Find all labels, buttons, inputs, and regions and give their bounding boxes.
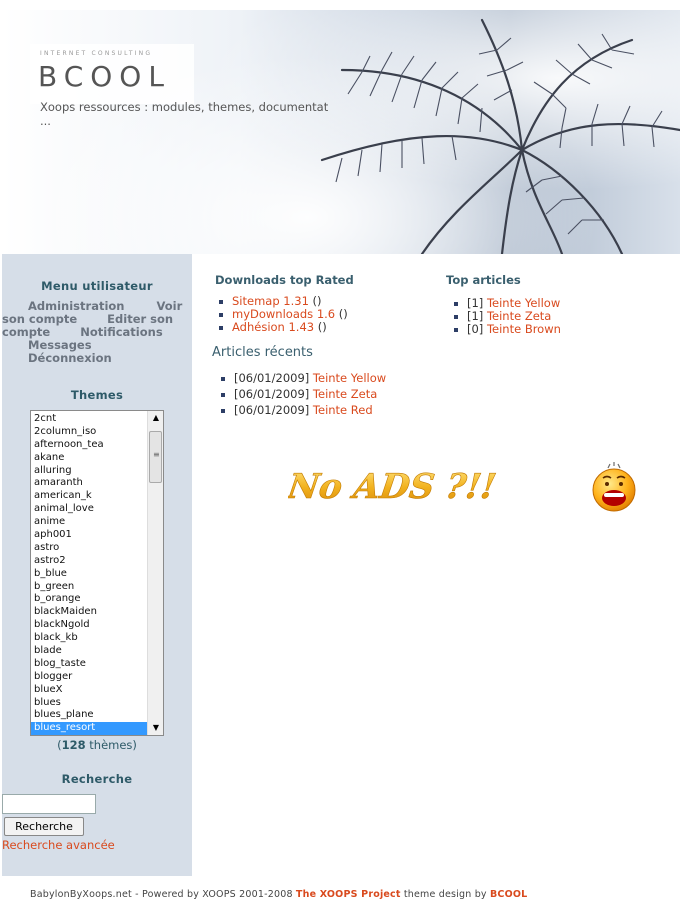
article-date: [06/01/2009] [234,387,313,401]
theme-count-suffix: thèmes) [85,738,137,752]
scroll-up-arrow-icon[interactable]: ▲ [148,411,163,425]
site-logo[interactable]: BCOOL [38,60,171,93]
download-link[interactable]: Sitemap 1.31 [232,294,309,308]
list-item: [06/01/2009] Teinte Zeta [218,388,386,401]
theme-option[interactable]: astro [31,542,147,555]
download-suffix: () [308,294,322,308]
article-link[interactable]: Teinte Zeta [313,387,377,401]
article-link[interactable]: Teinte Red [313,403,373,417]
advanced-search-link[interactable]: Recherche avancée [2,838,115,852]
slogan-ellipsis: ... [40,114,51,128]
theme-option[interactable]: 2cnt [31,413,147,426]
theme-count: (128 thèmes) [2,738,192,752]
recent-articles-list: [06/01/2009] Teinte Yellow [06/01/2009] … [218,372,386,420]
footer-middle-text: theme design by [400,889,490,900]
header-banner: INTERNET CONSULTING BCOOL Xoops ressourc… [2,10,680,254]
theme-option[interactable]: anime [31,516,147,529]
list-item: Adhésion 1.43 () [216,321,348,334]
designer-link[interactable]: BCOOL [490,889,527,900]
menu-item-messages[interactable]: Messages [28,338,92,352]
menu-item-deconnexion[interactable]: Déconnexion [28,351,112,365]
theme-list-scrollbar[interactable]: ▲ ≡ ▼ [147,411,163,735]
theme-option[interactable]: american_k [31,490,147,503]
theme-option[interactable]: b_orange [31,593,147,606]
site-slogan: Xoops ressources : modules, themes, docu… [40,100,329,114]
downloads-top-rated-title: Downloads top Rated [215,273,354,287]
article-count: [1] [467,309,487,323]
article-link[interactable]: Teinte Zeta [487,309,551,323]
palm-tree-image [320,18,680,254]
theme-option[interactable]: blues_resort [31,722,147,735]
xoops-project-link[interactable]: The XOOPS Project [296,889,401,900]
article-count: [0] [467,322,487,336]
theme-option[interactable]: blade [31,645,147,658]
menu-item-editer-compte-part1[interactable]: Editer son [107,312,173,326]
theme-option[interactable]: blogger [31,671,147,684]
theme-option[interactable]: blackMaiden [31,606,147,619]
theme-select-list[interactable]: 2cnt 2column_iso afternoon_tea akane allurin… [30,410,164,736]
article-date: [06/01/2009] [234,403,313,417]
theme-option[interactable]: amaranth [31,477,147,490]
menu-item-editer-compte-part2[interactable]: compte [2,325,50,339]
list-item: [0] Teinte Brown [451,323,561,336]
theme-option[interactable]: blog_taste [31,658,147,671]
download-link[interactable]: Adhésion 1.43 [232,320,314,334]
user-menu: Administration Voir son compte Editer son … [2,300,192,365]
download-link[interactable]: myDownloads 1.6 [232,307,335,321]
left-sidebar: Menu utilisateur Administration Voir son … [2,254,192,876]
screaming-smiley-icon [592,462,636,512]
downloads-list: Sitemap 1.31 () myDownloads 1.6 () Adhés… [216,295,348,334]
theme-option[interactable]: aph001 [31,529,147,542]
logo-subtitle: INTERNET CONSULTING [40,50,153,57]
article-link[interactable]: Teinte Brown [487,322,561,336]
top-articles-list: [1] Teinte Yellow [1] Teinte Zeta [0] Te… [451,297,561,336]
theme-option[interactable]: animal_love [31,503,147,516]
scroll-thumb[interactable]: ≡ [149,431,162,483]
theme-option[interactable]: afternoon_tea [31,439,147,452]
menu-item-notifications[interactable]: Notifications [80,325,162,339]
theme-option[interactable]: blueX [31,684,147,697]
top-articles-title: Top articles [446,273,521,287]
theme-options: 2cnt 2column_iso afternoon_tea akane allurin… [31,413,147,735]
theme-option[interactable]: blackNgold [31,619,147,632]
search-title: Recherche [61,772,133,786]
theme-count-number: 128 [61,738,86,752]
footer-text: BabylonByXoops.net - Powered by XOOPS 20… [30,889,296,900]
search-button[interactable]: Recherche [4,817,84,836]
theme-option[interactable]: black_kb [31,632,147,645]
download-suffix: () [314,320,327,334]
theme-option[interactable]: b_blue [31,568,147,581]
theme-option[interactable]: akane [31,452,147,465]
article-link[interactable]: Teinte Yellow [487,296,560,310]
menu-item-voir-compte-part1[interactable]: Voir [157,299,183,313]
recent-articles-title: Articles récents [212,345,313,360]
no-ads-text: No ADS ?!! [288,467,499,507]
article-count: [1] [467,296,487,310]
article-date: [06/01/2009] [234,371,313,385]
no-ads-banner: No ADS ?!! [288,462,636,512]
menu-item-administration[interactable]: Administration [28,299,125,313]
themes-title: Themes [70,388,124,402]
scroll-grip-icon: ≡ [153,450,160,459]
theme-option[interactable]: alluring [31,465,147,478]
theme-option[interactable]: 2column_iso [31,426,147,439]
theme-option[interactable]: b_green [31,581,147,594]
article-link[interactable]: Teinte Yellow [313,371,386,385]
search-input[interactable] [2,794,96,814]
theme-option[interactable]: blues [31,697,147,710]
theme-option[interactable]: blues_plane [31,709,147,722]
main-content: Downloads top Rated Sitemap 1.31 () myDo… [192,254,680,876]
download-suffix: () [335,307,348,321]
menu-item-voir-compte-part2[interactable]: son compte [2,312,77,326]
user-menu-title: Menu utilisateur [41,279,153,293]
list-item: [06/01/2009] Teinte Yellow [218,372,386,385]
footer: BabylonByXoops.net - Powered by XOOPS 20… [30,889,527,900]
scroll-down-arrow-icon[interactable]: ▼ [148,721,163,735]
list-item: [06/01/2009] Teinte Red [218,404,386,417]
theme-option[interactable]: astro2 [31,555,147,568]
